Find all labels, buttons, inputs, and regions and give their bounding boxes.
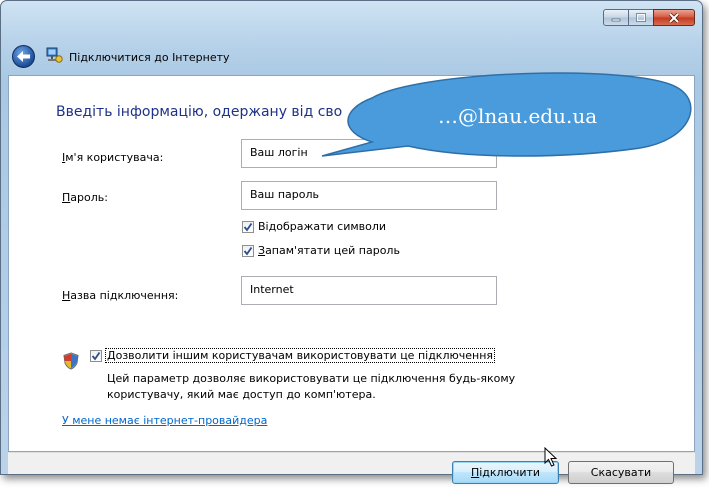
mouse-cursor-icon: [544, 447, 558, 467]
callout-text: …@lnau.edu.ua: [438, 104, 598, 128]
callout-bubble: [321, 72, 692, 157]
